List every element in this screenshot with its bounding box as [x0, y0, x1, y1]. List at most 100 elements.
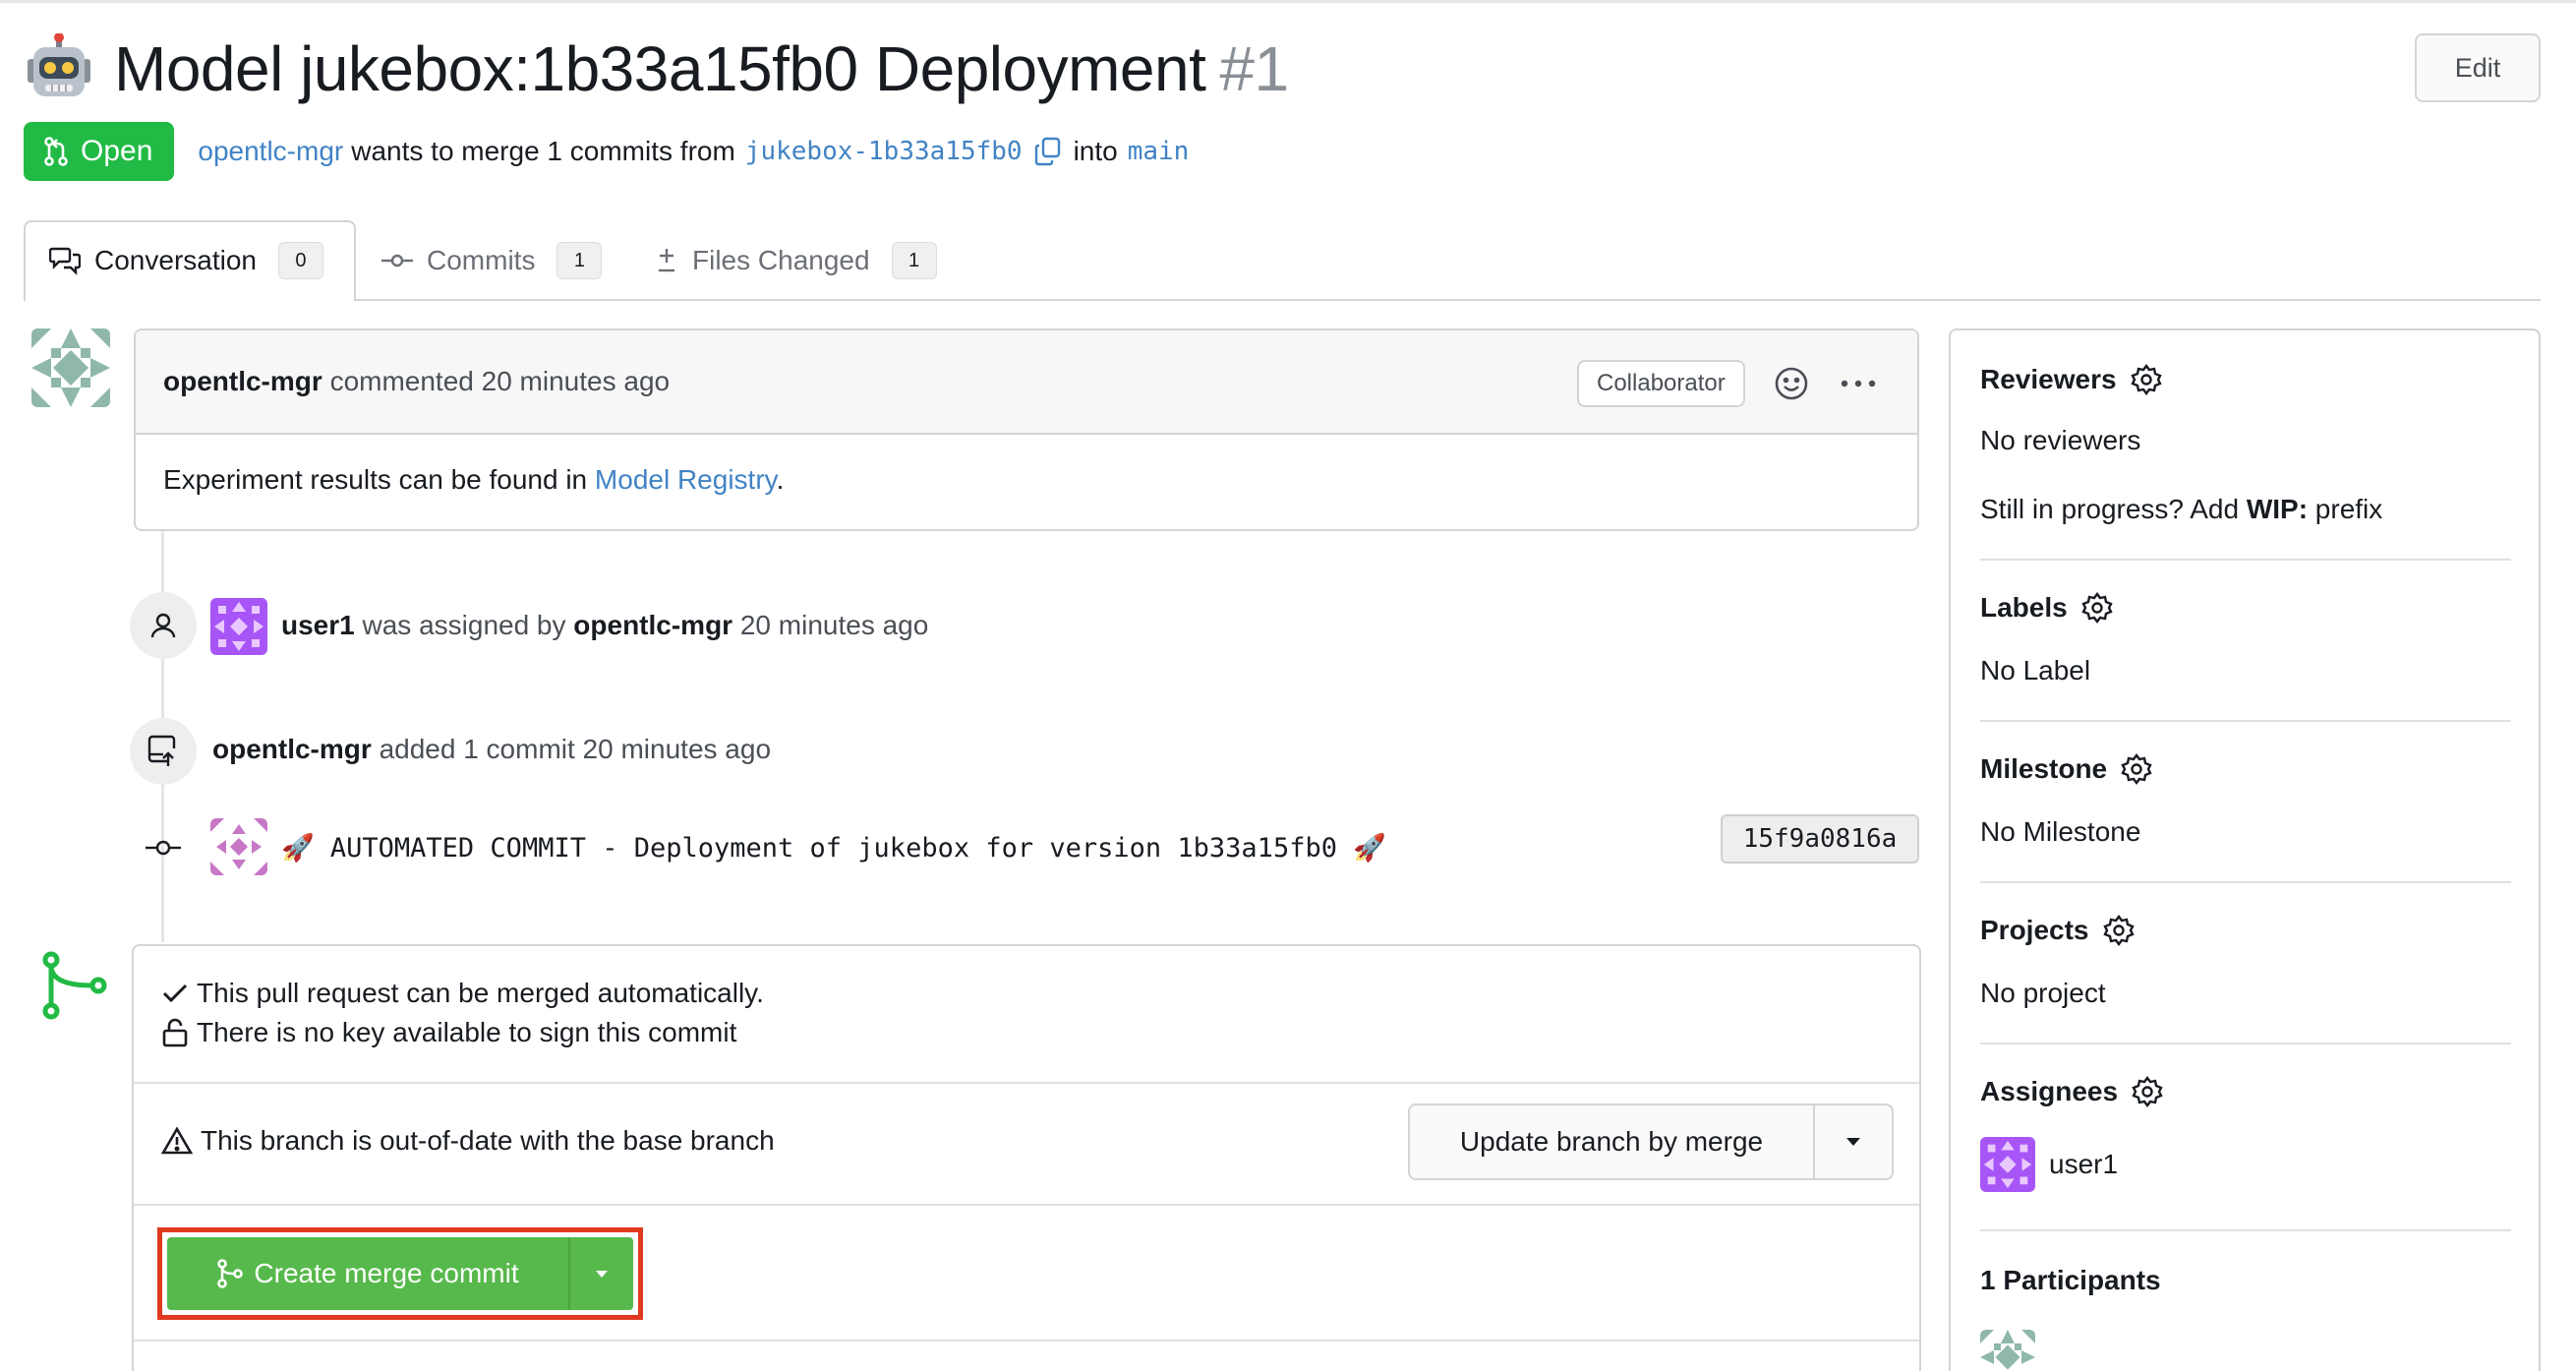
milestone-title: Milestone	[1980, 753, 2108, 784]
pull-request-icon	[44, 137, 68, 166]
author-link[interactable]: opentlc-mgr	[198, 136, 343, 167]
gear-icon[interactable]	[2132, 1076, 2163, 1107]
assigned-text: was assigned by	[362, 610, 566, 640]
milestone-section: Milestone	[1980, 753, 2152, 785]
head-branch-link[interactable]: jukebox-1b33a15fb0	[745, 137, 1023, 166]
emoji-reaction-icon[interactable]	[1774, 366, 1809, 401]
avatar[interactable]	[31, 328, 110, 407]
tab-commits-label: Commits	[427, 245, 536, 275]
comment-body-suffix: .	[776, 464, 785, 495]
warning-icon	[161, 1126, 193, 1155]
check-icon	[162, 984, 188, 1003]
wip-token: WIP:	[2246, 494, 2309, 524]
out-of-date-status: This branch is out-of-date with the base…	[161, 1125, 775, 1157]
wip-suffix: prefix	[2308, 494, 2383, 524]
merge-button-group: Create merge commit	[167, 1237, 633, 1310]
comment-body: Experiment results can be found in Model…	[163, 464, 784, 496]
comment-meta: opentlc-mgr commented 20 minutes ago	[163, 366, 670, 397]
unlock-icon	[162, 1018, 188, 1047]
mergeable-status: This pull request can be merged automati…	[161, 978, 764, 1009]
assignee-link[interactable]: user1	[2049, 1149, 2118, 1180]
signing-text: There is no key available to sign this c…	[197, 1017, 737, 1047]
divider	[1980, 720, 2511, 722]
tab-conversation[interactable]: Conversation 0	[49, 222, 323, 299]
tab-commits[interactable]: Commits 1	[381, 222, 603, 299]
assignee-event-marker	[130, 592, 197, 659]
pr-number: #1	[1219, 33, 1289, 104]
assignee-avatar[interactable]	[1980, 1137, 2035, 1192]
pr-meta: Open opentlc-mgr wants to merge 1 commit…	[24, 122, 1199, 181]
reviewers-section: Reviewers	[1980, 364, 2162, 395]
committer-avatar[interactable]	[210, 818, 267, 875]
assigned-by-link[interactable]: opentlc-mgr	[573, 610, 732, 640]
divider	[1980, 559, 2511, 561]
edit-button[interactable]: Edit	[2415, 33, 2541, 102]
robot-icon	[28, 33, 90, 96]
user1-avatar[interactable]	[210, 598, 267, 655]
status-badge-label: Open	[81, 135, 153, 167]
top-border	[0, 0, 2576, 3]
milestone-value: No Milestone	[1980, 816, 2141, 847]
caret-down-icon	[1846, 1138, 1860, 1146]
repo-push-icon	[147, 735, 176, 766]
tab-files-changed[interactable]: Files Changed 1	[655, 222, 937, 299]
sidebar: Reviewers No reviewers Still in progress…	[1949, 328, 2541, 1371]
commit-message-link[interactable]: 🚀 AUTOMATED COMMIT - Deployment of jukeb…	[281, 832, 1386, 864]
projects-section: Projects	[1980, 915, 2135, 946]
reviewers-title: Reviewers	[1980, 364, 2117, 394]
more-options-icon[interactable]	[1839, 372, 1878, 395]
create-merge-commit-button[interactable]: Create merge commit	[167, 1237, 570, 1310]
create-merge-commit-label: Create merge commit	[254, 1258, 519, 1288]
push-event-marker	[130, 718, 197, 785]
title-text: Model jukebox:1b33a15fb0 Deployment	[114, 33, 1206, 104]
assigned-user-link[interactable]: user1	[281, 610, 355, 640]
wip-hint: Still in progress? Add WIP: prefix	[1980, 494, 2382, 525]
projects-value: No project	[1980, 978, 2106, 1008]
model-registry-link[interactable]: Model Registry	[595, 464, 777, 495]
merge-icon	[42, 951, 107, 1020]
comment-author-link[interactable]: opentlc-mgr	[163, 366, 322, 396]
copy-icon[interactable]	[1034, 137, 1062, 166]
labels-title: Labels	[1980, 592, 2068, 623]
participant-avatar[interactable]	[1980, 1330, 2035, 1371]
wants-text: wants to merge 1 commits from	[351, 136, 735, 166]
role-badge: Collaborator	[1577, 360, 1745, 407]
participants-title: 1 Participants	[1980, 1265, 2161, 1295]
assignees-section: Assignees	[1980, 1076, 2163, 1107]
divider	[134, 1204, 1919, 1206]
wip-prefix: Still in progress? Add	[1980, 494, 2247, 524]
gear-icon[interactable]	[2130, 364, 2162, 395]
tab-commits-count: 1	[556, 242, 603, 279]
gear-icon[interactable]	[2121, 753, 2152, 785]
pusher-link[interactable]: opentlc-mgr	[212, 734, 372, 764]
merge-style-dropdown[interactable]	[570, 1237, 633, 1310]
out-of-date-text: This branch is out-of-date with the base…	[201, 1125, 775, 1156]
update-branch-button-group: Update branch by merge	[1408, 1103, 1894, 1180]
labels-section: Labels	[1980, 592, 2113, 624]
page-title: Model jukebox:1b33a15fb0 Deployment #1	[24, 20, 1289, 118]
conversation-icon	[49, 247, 81, 275]
mergeable-text: This pull request can be merged automati…	[197, 978, 764, 1008]
gear-icon[interactable]	[2102, 915, 2135, 946]
caret-down-icon	[596, 1270, 608, 1278]
comment-action: commented 20 minutes ago	[329, 366, 671, 396]
comment-box: opentlc-mgr commented 20 minutes ago Col…	[134, 328, 1919, 531]
divider	[134, 1340, 1919, 1341]
tabs-underline	[24, 299, 2541, 301]
labels-value: No Label	[1980, 655, 2091, 686]
reviewers-value: No reviewers	[1980, 425, 2141, 455]
commit-sha-link[interactable]: 15f9a0816a	[1721, 814, 1919, 864]
divider	[1980, 1043, 2511, 1044]
added-text: added 1 commit 20 minutes ago	[379, 734, 772, 764]
gear-icon[interactable]	[2081, 592, 2113, 624]
update-branch-dropdown[interactable]	[1815, 1105, 1892, 1178]
status-badge: Open	[24, 122, 175, 181]
assigned-time: 20 minutes ago	[739, 610, 929, 640]
assignees-title: Assignees	[1980, 1076, 2119, 1106]
base-branch-link[interactable]: main	[1128, 137, 1190, 166]
added-commit-event: opentlc-mgr added 1 commit 20 minutes ag…	[212, 734, 771, 765]
assigned-event: user1 was assigned by opentlc-mgr 20 min…	[281, 610, 928, 641]
update-branch-button[interactable]: Update branch by merge	[1410, 1105, 1815, 1178]
tab-files-changed-label: Files Changed	[692, 245, 870, 275]
comment-header: opentlc-mgr commented 20 minutes ago Col…	[136, 330, 1917, 435]
